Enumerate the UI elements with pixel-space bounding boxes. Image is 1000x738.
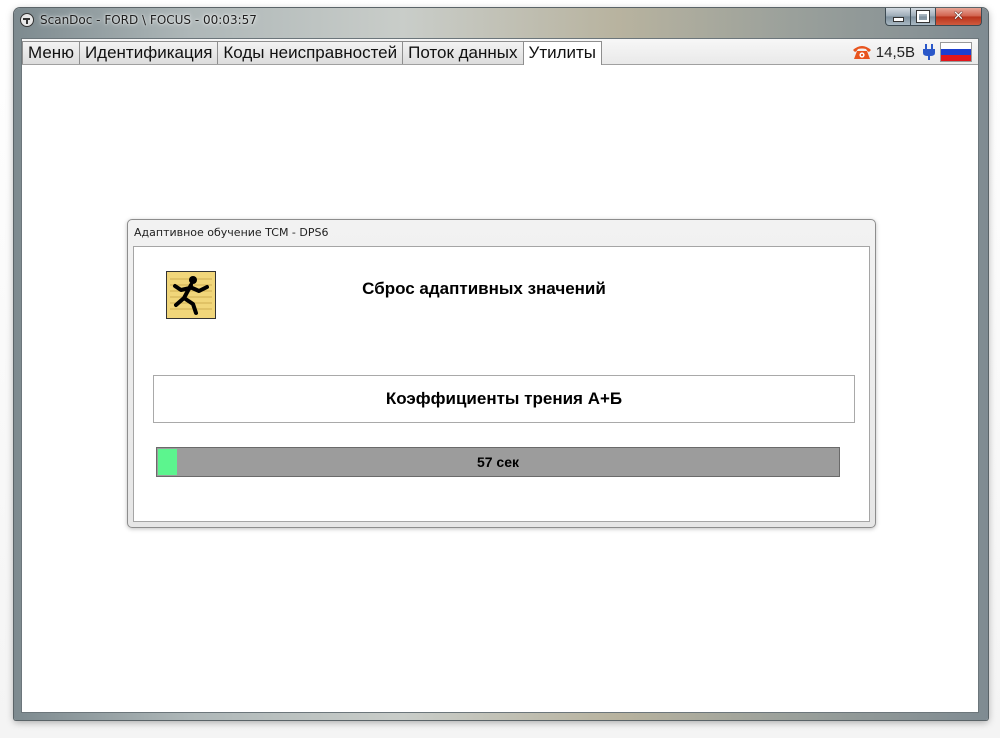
- maximize-button[interactable]: [911, 8, 936, 26]
- progress-bar: 57 сек: [156, 447, 840, 477]
- russian-flag-icon[interactable]: [940, 42, 972, 62]
- client-area: Меню Идентификация Коды неисправностей П…: [21, 38, 979, 713]
- maximize-icon: [917, 11, 929, 22]
- tab-strip: Меню Идентификация Коды неисправностей П…: [22, 39, 978, 65]
- app-window: ScanDoc - FORD \ FOCUS - 00:03:57 ✕ Меню…: [14, 8, 988, 720]
- dialog-heading: Сброс адаптивных значений: [362, 279, 606, 298]
- minimize-icon: [893, 18, 903, 21]
- window-controls: ✕: [885, 8, 982, 26]
- steering-wheel-icon[interactable]: [20, 13, 34, 27]
- progress-time-remaining: 57 сек: [476, 454, 520, 470]
- dialog-title: Адаптивное обучение TCM - DPS6: [134, 226, 329, 239]
- tab-list: Меню Идентификация Коды неисправностей П…: [22, 41, 603, 65]
- tab-identification[interactable]: Идентификация: [78, 41, 219, 64]
- tab-menu[interactable]: Меню: [22, 41, 80, 64]
- tab-fault-codes[interactable]: Коды неисправностей: [217, 41, 404, 64]
- status-area: 14,5В: [851, 42, 972, 62]
- minimize-button[interactable]: [885, 8, 911, 26]
- dialog-content: Сброс адаптивных значений Коэффициенты т…: [133, 246, 870, 522]
- close-button[interactable]: ✕: [936, 8, 982, 26]
- window-title: ScanDoc - FORD \ FOCUS - 00:03:57: [40, 13, 257, 27]
- current-step-label: Коэффициенты трения А+Б: [153, 375, 855, 423]
- tab-utilities[interactable]: Утилиты: [522, 41, 603, 65]
- tab-data-stream[interactable]: Поток данных: [402, 41, 524, 64]
- adaptive-learning-dialog: Адаптивное обучение TCM - DPS6 Сброс ада…: [127, 219, 876, 528]
- running-man-icon: [166, 271, 216, 319]
- plug-icon: [923, 44, 935, 60]
- phone-icon: [852, 46, 871, 59]
- close-icon: ✕: [953, 9, 964, 24]
- title-bar[interactable]: ScanDoc - FORD \ FOCUS - 00:03:57 ✕: [14, 8, 988, 34]
- voltage-readout: 14,5В: [875, 43, 915, 61]
